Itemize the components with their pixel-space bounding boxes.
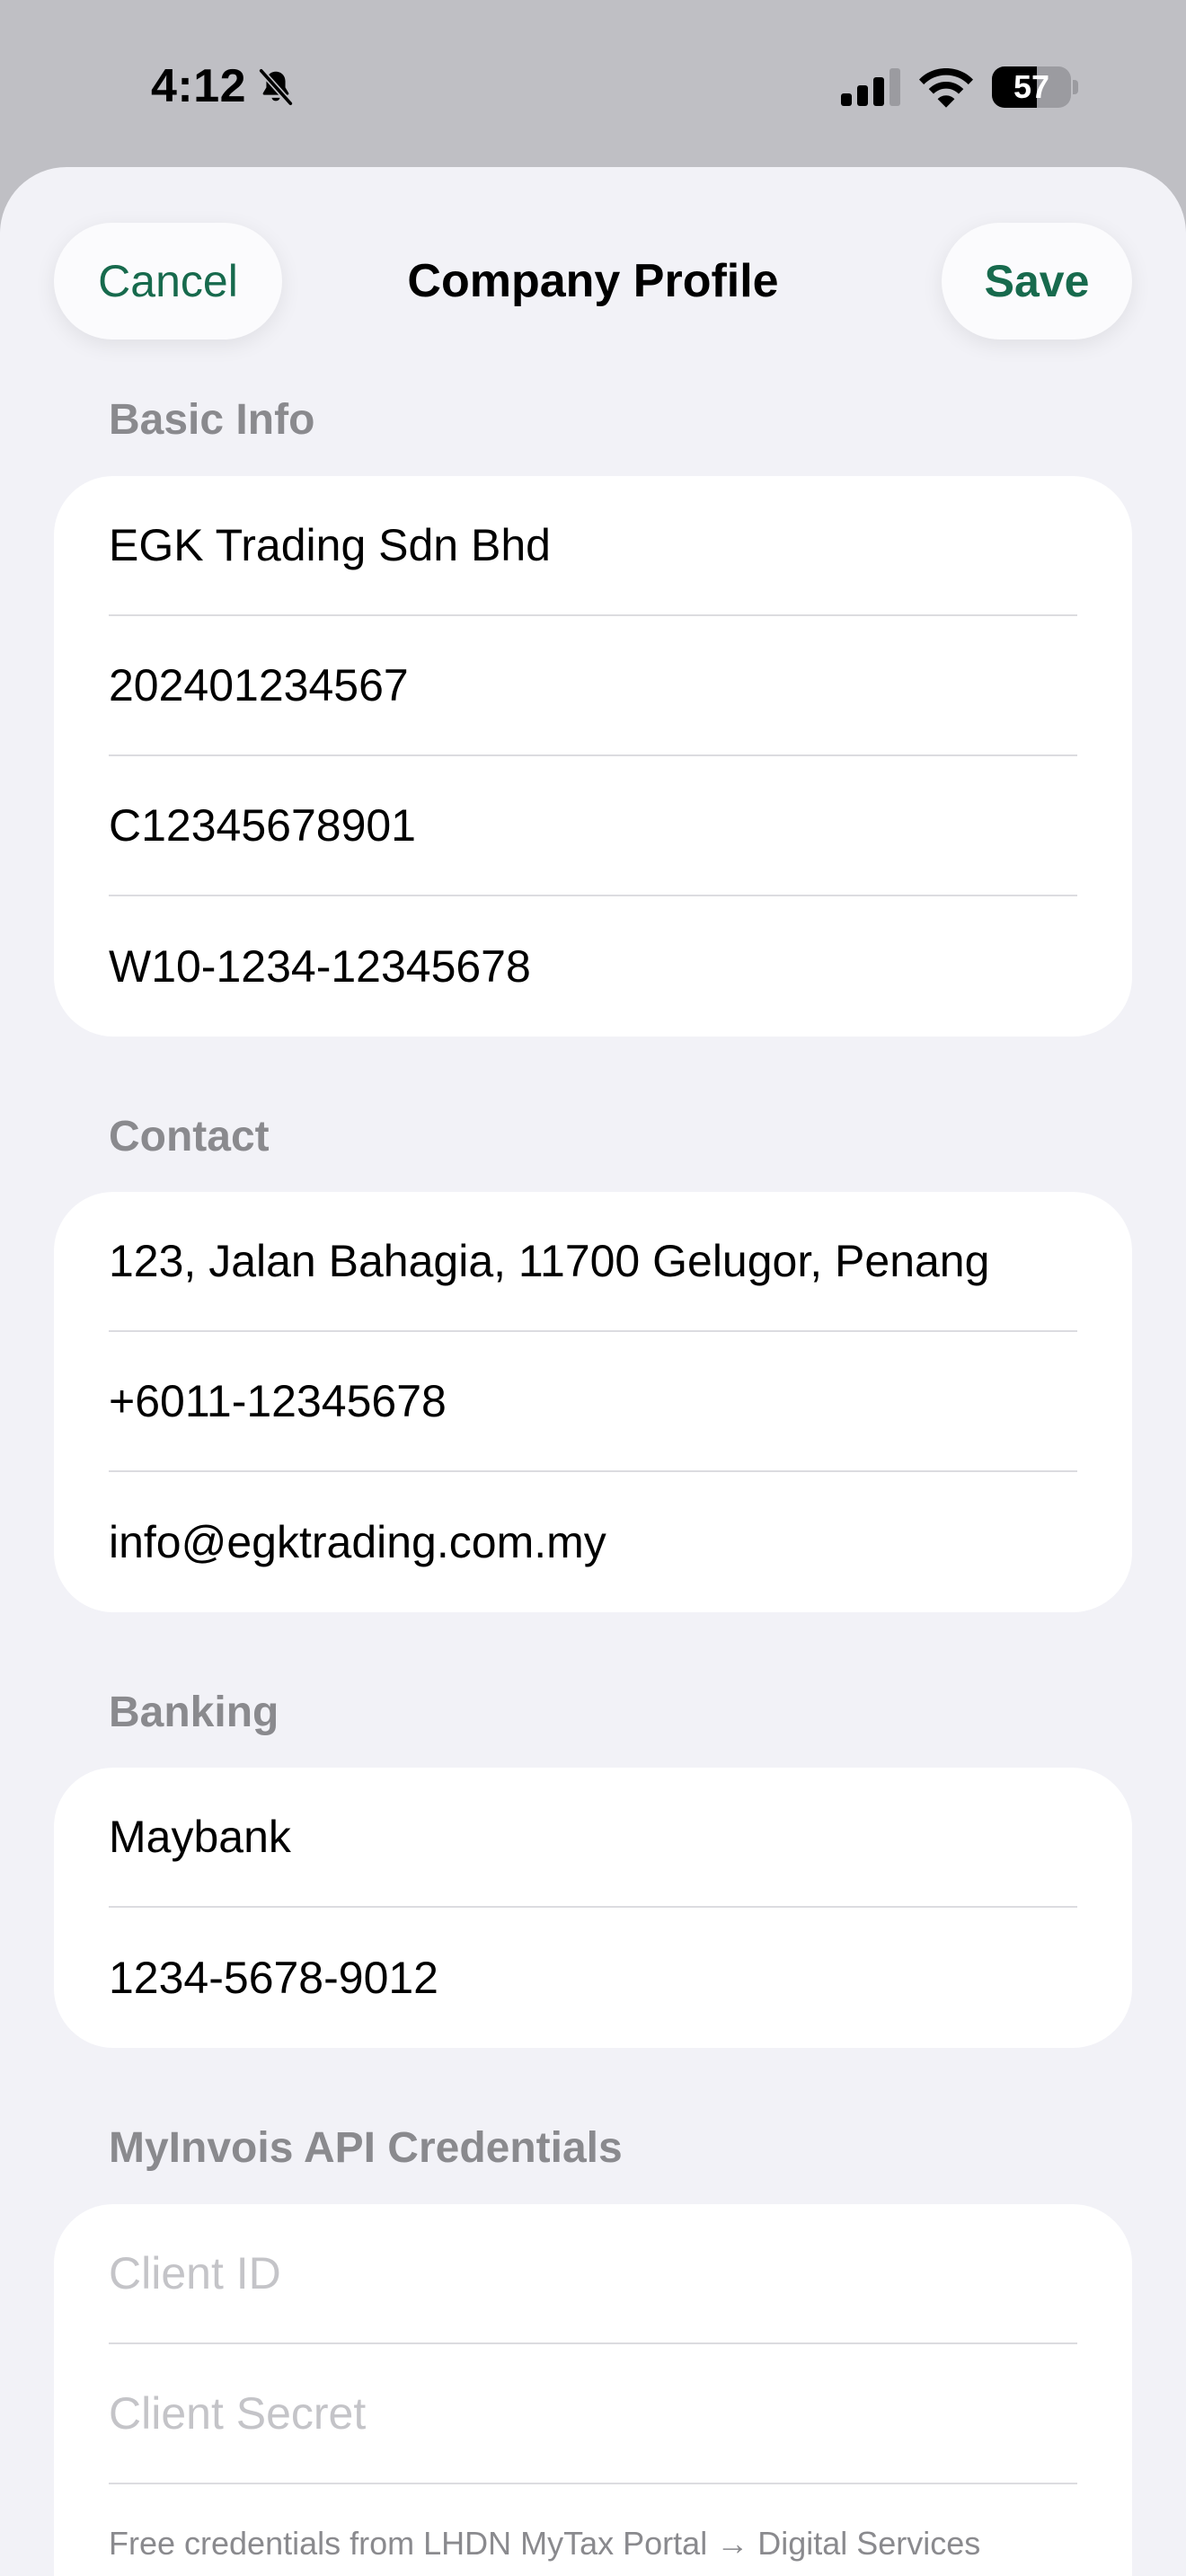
list-item (109, 1768, 1077, 1908)
client-id-input[interactable] (109, 2204, 1077, 2342)
email-field[interactable] (109, 1472, 1077, 1612)
cancel-button[interactable]: Cancel (54, 223, 282, 340)
section-header-contact: Contact (109, 1113, 270, 1160)
list-item (109, 1332, 1077, 1472)
address-field[interactable] (109, 1192, 1077, 1330)
status-bar: 4:12 57 (0, 0, 1186, 171)
api-credentials-card: Free credentials from LHDN MyTax Portal … (54, 2204, 1132, 2576)
tin-field[interactable] (109, 756, 1077, 895)
list-item (109, 1908, 1077, 2048)
cellular-signal-icon (841, 68, 900, 106)
list-item (109, 1472, 1077, 1612)
basic-info-card (54, 476, 1132, 1037)
company-name-field[interactable] (109, 476, 1077, 614)
section-header-basic-info: Basic Info (109, 396, 315, 444)
section-header-banking: Banking (109, 1689, 279, 1736)
account-number-field[interactable] (109, 1908, 1077, 2048)
bank-name-field[interactable] (109, 1768, 1077, 1906)
list-item (109, 1192, 1077, 1332)
list-item (109, 756, 1077, 896)
banking-card (54, 1768, 1132, 2048)
sst-number-field[interactable] (109, 896, 1077, 1037)
list-item (109, 2204, 1077, 2344)
battery-percentage: 57 (1013, 68, 1050, 105)
page-title: Company Profile (407, 255, 779, 307)
list-item (109, 2344, 1077, 2484)
battery-icon: 57 (992, 66, 1078, 108)
bell-slash-icon (258, 67, 294, 107)
list-item (109, 616, 1077, 756)
phone-field[interactable] (109, 1332, 1077, 1470)
battery-cap (1073, 80, 1078, 94)
battery-body: 57 (992, 66, 1071, 108)
nav-bar: Cancel Company Profile Save (0, 167, 1186, 392)
list-item (109, 476, 1077, 616)
status-time: 4:12 (151, 60, 247, 112)
save-button[interactable]: Save (942, 223, 1132, 340)
wifi-icon (919, 68, 973, 108)
list-item (109, 896, 1077, 1037)
contact-card (54, 1192, 1132, 1612)
api-credentials-footnote: Free credentials from LHDN MyTax Portal … (109, 2525, 981, 2562)
client-secret-input[interactable] (109, 2344, 1077, 2483)
section-header-api-credentials: MyInvois API Credentials (109, 2124, 623, 2172)
company-profile-sheet: Cancel Company Profile Save Basic Info C… (0, 167, 1186, 2576)
registration-number-field[interactable] (109, 616, 1077, 754)
